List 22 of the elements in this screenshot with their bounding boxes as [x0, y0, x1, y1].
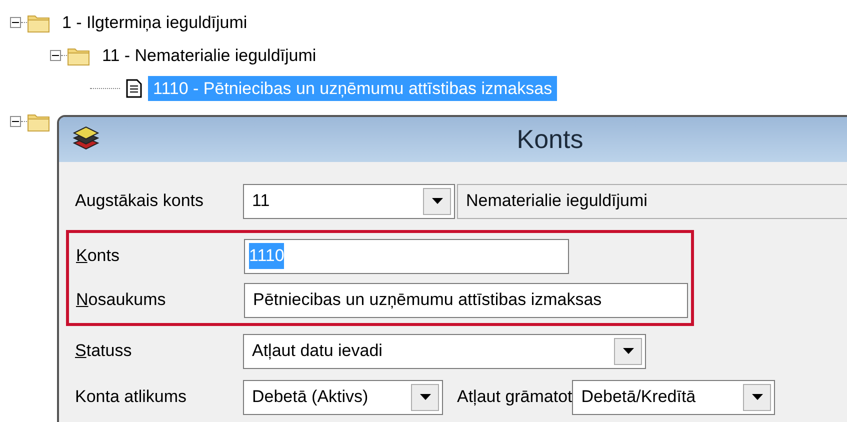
field-label: Augstākais konts [75, 190, 205, 212]
collapse-toggle-icon[interactable] [10, 116, 21, 127]
dropdown[interactable]: 11 [243, 184, 455, 218]
name-input[interactable]: Pētniecibas un uzņēmumu attīstibas izmaksas [244, 282, 688, 318]
field-label: Konts [76, 245, 120, 268]
window-title: Konts [516, 123, 584, 156]
document-icon [126, 79, 142, 98]
dropdown[interactable]: Debetā (Aktivs) [243, 380, 443, 414]
field-label: Konta atlikums [75, 386, 188, 408]
tree-item[interactable]: 1 - Ilgtermiņa ieguldījumi [57, 10, 252, 36]
parent-account-name: Nematerialie ieguldījumi [457, 184, 847, 218]
collapse-toggle-icon[interactable] [50, 50, 61, 61]
dropdown[interactable]: Debetā/Kredītā [572, 380, 776, 414]
dropdown[interactable]: Atļaut datu ievadi [243, 334, 646, 368]
tree-item[interactable]: 11 - Nematerialie ieguldījumi [97, 42, 322, 68]
folder-icon [27, 112, 51, 132]
field-label: Statuss [75, 340, 133, 362]
field-label: Atļaut grāmatot [457, 387, 572, 406]
field-label: Nosaukums [76, 289, 167, 312]
collapse-toggle-icon[interactable] [10, 17, 21, 28]
folder-icon [27, 12, 51, 32]
folder-icon [67, 46, 91, 66]
